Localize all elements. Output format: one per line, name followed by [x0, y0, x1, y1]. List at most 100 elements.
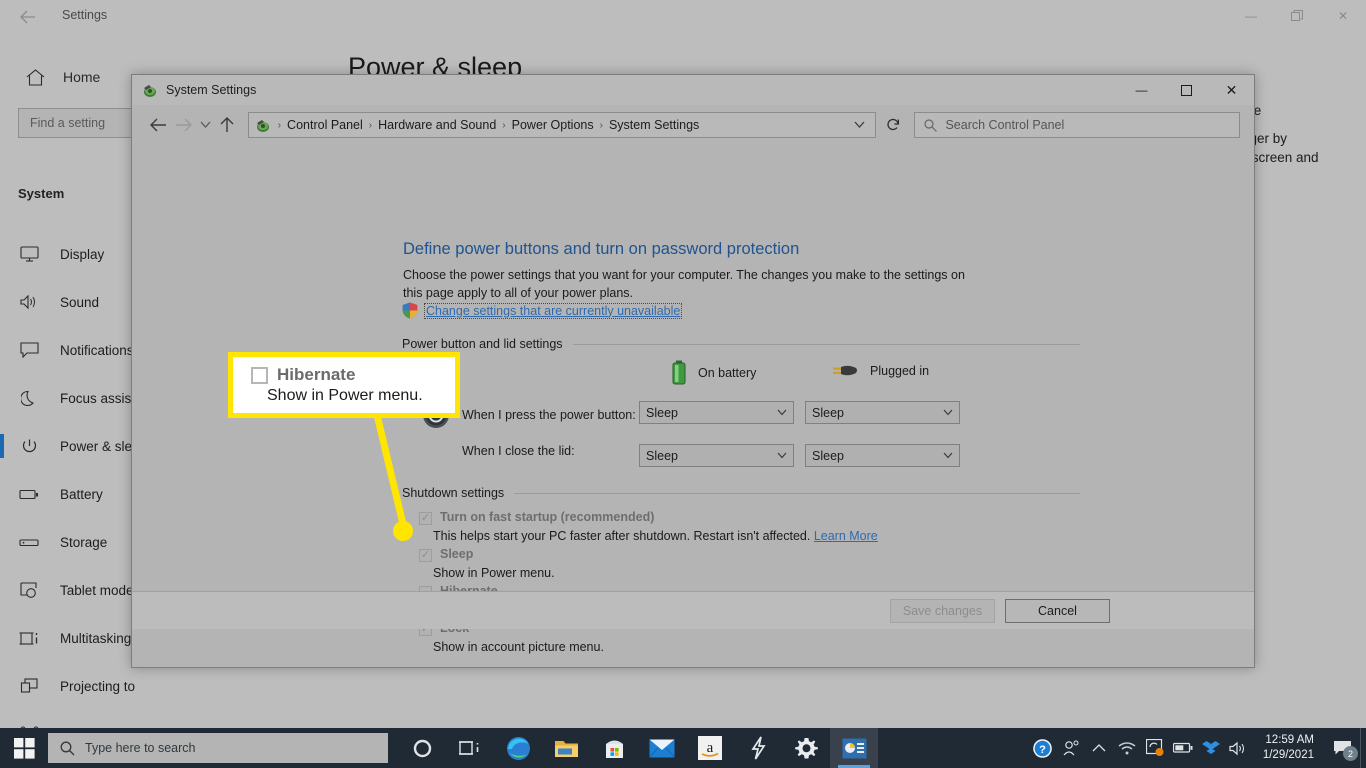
power-button-plugged-in-dropdown[interactable]: Sleep: [805, 401, 960, 424]
up-arrow-icon[interactable]: [215, 112, 240, 138]
wifi-icon[interactable]: [1113, 728, 1141, 768]
taskbar-clock[interactable]: 12:59 AM 1/29/2021: [1253, 728, 1324, 768]
search-icon: [60, 741, 75, 756]
breadcrumb-power-options[interactable]: Power Options: [509, 118, 597, 132]
show-hidden-icons-icon[interactable]: [1085, 728, 1113, 768]
save-changes-button[interactable]: Save changes: [890, 598, 995, 623]
callout-subtitle: Show in Power menu.: [267, 387, 423, 404]
dialog-minimize-button[interactable]: —: [1119, 75, 1164, 105]
taskbar-pinned-apps: a: [398, 728, 878, 768]
task-view-icon[interactable]: [446, 728, 494, 768]
cortana-icon[interactable]: [398, 728, 446, 768]
lightning-icon[interactable]: [734, 728, 782, 768]
sidebar-label: Tablet mode: [60, 582, 134, 598]
settings-gear-icon[interactable]: [782, 728, 830, 768]
chevron-down-icon: [943, 409, 953, 416]
close-lid-row-label-wrap: When I close the lid:: [462, 444, 575, 458]
refresh-icon[interactable]: [880, 112, 907, 138]
dialog-footer: Save changes Cancel: [132, 591, 1254, 629]
dialog-navigation-bar: › Control Panel › Hardware and Sound › P…: [132, 105, 1254, 145]
chevron-down-icon[interactable]: [196, 112, 215, 138]
amazon-icon[interactable]: a: [686, 728, 734, 768]
forward-arrow-icon[interactable]: [171, 112, 196, 138]
mail-icon[interactable]: [638, 728, 686, 768]
back-arrow-icon[interactable]: [146, 112, 171, 138]
project-screen-icon: [18, 675, 40, 697]
dialog-title: System Settings: [166, 83, 257, 97]
action-center-icon[interactable]: 2: [1324, 728, 1360, 768]
settings-app-title: Settings: [62, 8, 108, 22]
chevron-down-icon: [777, 409, 787, 416]
dialog-maximize-button[interactable]: [1164, 75, 1209, 105]
change-settings-row[interactable]: Change settings that are currently unava…: [402, 302, 683, 319]
dialog-page-heading: Define power buttons and turn on passwor…: [403, 240, 800, 258]
system-tray: ? 12:59 AM 1/29/2021 2: [1029, 728, 1366, 768]
callout-checkbox-row: Hibernate: [251, 365, 455, 385]
volume-icon[interactable]: [1225, 728, 1253, 768]
sleep-description: Show in Power menu.: [433, 566, 555, 580]
settings-minimize-button[interactable]: —: [1228, 0, 1274, 32]
drive-icon: [18, 531, 40, 553]
help-circle-icon[interactable]: ?: [1029, 728, 1057, 768]
power-plug-icon: [831, 362, 859, 380]
search-icon: [924, 118, 938, 132]
sidebar-label: Focus assist: [60, 390, 136, 406]
power-button-on-battery-dropdown[interactable]: Sleep: [639, 401, 794, 424]
checkbox-sleep[interactable]: ✓ Sleep: [419, 547, 473, 562]
breadcrumb-control-panel[interactable]: Control Panel: [284, 118, 366, 132]
close-lid-plugged-in-dropdown[interactable]: Sleep: [805, 444, 960, 467]
dropdown-value: Sleep: [646, 448, 678, 463]
file-explorer-icon[interactable]: [542, 728, 590, 768]
uac-shield-icon: [402, 302, 418, 319]
breadcrumb-hardware-and-sound[interactable]: Hardware and Sound: [375, 118, 499, 132]
settings-close-button[interactable]: ✕: [1320, 0, 1366, 32]
sidebar-label: Display: [60, 246, 105, 262]
settings-restore-button[interactable]: [1274, 0, 1320, 32]
control-panel-power-icon: [142, 82, 158, 98]
checkbox-label: Turn on fast startup (recommended): [440, 510, 655, 524]
power-button-group-label: Power button and lid settings: [402, 337, 563, 351]
dropbox-icon[interactable]: [1197, 728, 1225, 768]
chevron-down-icon[interactable]: [854, 121, 871, 129]
svg-text:?: ?: [1039, 744, 1046, 756]
windows-start-icon[interactable]: [0, 728, 48, 768]
onedrive-sync-icon[interactable]: [1141, 728, 1169, 768]
cancel-button[interactable]: Cancel: [1005, 598, 1110, 623]
callout-title: Hibernate: [277, 365, 356, 384]
close-lid-on-battery-dropdown[interactable]: Sleep: [639, 444, 794, 467]
taskbar: Type here to search a ? 12:59 AM 1/29/20…: [0, 728, 1366, 768]
learn-more-link[interactable]: Learn More: [814, 529, 878, 543]
battery-tray-icon[interactable]: [1169, 728, 1197, 768]
monitor-icon: [18, 243, 40, 265]
checkbox-fast-startup[interactable]: ✓ Turn on fast startup (recommended): [419, 510, 654, 525]
svg-text:a: a: [707, 740, 714, 756]
sidebar-item-projecting-to[interactable]: Projecting to: [0, 662, 320, 710]
control-panel-power-icon: [255, 117, 271, 133]
address-bar[interactable]: › Control Panel › Hardware and Sound › P…: [247, 112, 876, 138]
dropdown-value: Sleep: [812, 448, 844, 463]
microsoft-store-icon[interactable]: [590, 728, 638, 768]
show-desktop-button[interactable]: [1360, 728, 1366, 768]
screen: Settings — ✕ Home Find a setting System: [0, 0, 1366, 768]
checkbox-icon[interactable]: ✓: [419, 549, 432, 562]
settings-title-bar: Settings — ✕: [0, 0, 1366, 32]
control-panel-icon[interactable]: [830, 728, 878, 768]
column-label: On battery: [698, 366, 757, 380]
people-icon[interactable]: [1057, 728, 1085, 768]
notification-count-badge: 2: [1343, 746, 1358, 761]
shutdown-group-header: Shutdown settings: [402, 486, 1080, 500]
fast-startup-description: This helps start your PC faster after sh…: [433, 529, 878, 543]
breadcrumb-system-settings[interactable]: System Settings: [606, 118, 702, 132]
change-settings-link[interactable]: Change settings that are currently unava…: [423, 302, 683, 319]
dialog-close-button[interactable]: ✕: [1209, 75, 1254, 105]
checkbox-icon[interactable]: ✓: [419, 512, 432, 525]
close-lid-row-label: When I close the lid:: [462, 444, 575, 458]
control-panel-search-input[interactable]: Search Control Panel: [914, 112, 1240, 138]
taskbar-search-placeholder: Type here to search: [85, 741, 196, 755]
shutdown-group-label: Shutdown settings: [402, 486, 505, 500]
control-panel-search-placeholder: Search Control Panel: [945, 118, 1065, 132]
microsoft-edge-icon[interactable]: [494, 728, 542, 768]
back-arrow-icon[interactable]: [8, 4, 48, 30]
taskbar-search-input[interactable]: Type here to search: [48, 733, 388, 763]
settings-search-placeholder: Find a setting: [30, 116, 106, 130]
